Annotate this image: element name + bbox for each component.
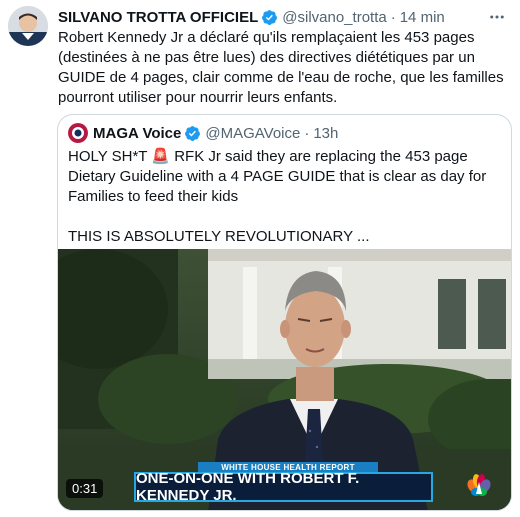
quoted-author-avatar[interactable] [68, 123, 88, 143]
verified-badge-icon [261, 9, 278, 26]
video-duration: 0:31 [66, 479, 104, 498]
tweet-header: SILVANO TROTTA OFFICIEL @silvano_trotta … [58, 8, 484, 26]
quoted-text-paragraph-2: THIS IS ABSOLUTELY REVOLUTIONARY ... [68, 228, 370, 245]
author-handle[interactable]: @silvano_trotta [282, 9, 386, 26]
quoted-text-paragraph-1: HOLY SH*T 🚨 RFK Jr said they are replaci… [68, 148, 487, 205]
user-avatar[interactable] [8, 6, 48, 46]
quoted-tweet[interactable]: MAGA Voice @MAGAVoice · 13h HOLY SH*T 🚨 … [57, 114, 512, 511]
tweet-text: Robert Kennedy Jr a déclaré qu'ils rempl… [58, 29, 504, 106]
quoted-tweet-text: HOLY SH*T 🚨 RFK Jr said they are replaci… [68, 147, 504, 247]
author-name[interactable]: SILVANO TROTTA OFFICIEL [58, 9, 258, 26]
separator-dot: · [304, 124, 310, 142]
quoted-author-name[interactable]: MAGA Voice [93, 125, 181, 142]
verified-badge-icon [184, 125, 201, 142]
quoted-tweet-header: MAGA Voice @MAGAVoice · 13h [68, 123, 338, 143]
lower-third-banner: ONE-ON-ONE WITH ROBERT F. KENNEDY JR. [134, 470, 433, 504]
video-player[interactable]: WHITE HOUSE HEALTH REPORT ONE-ON-ONE WIT… [58, 249, 511, 510]
separator-dot: · [390, 8, 396, 26]
network-logo-icon [466, 472, 492, 498]
quoted-timestamp[interactable]: 13h [313, 125, 338, 142]
tweet-timestamp[interactable]: 14 min [400, 9, 445, 26]
more-options-icon[interactable] [486, 6, 508, 28]
quoted-author-handle[interactable]: @MAGAVoice [205, 125, 300, 142]
